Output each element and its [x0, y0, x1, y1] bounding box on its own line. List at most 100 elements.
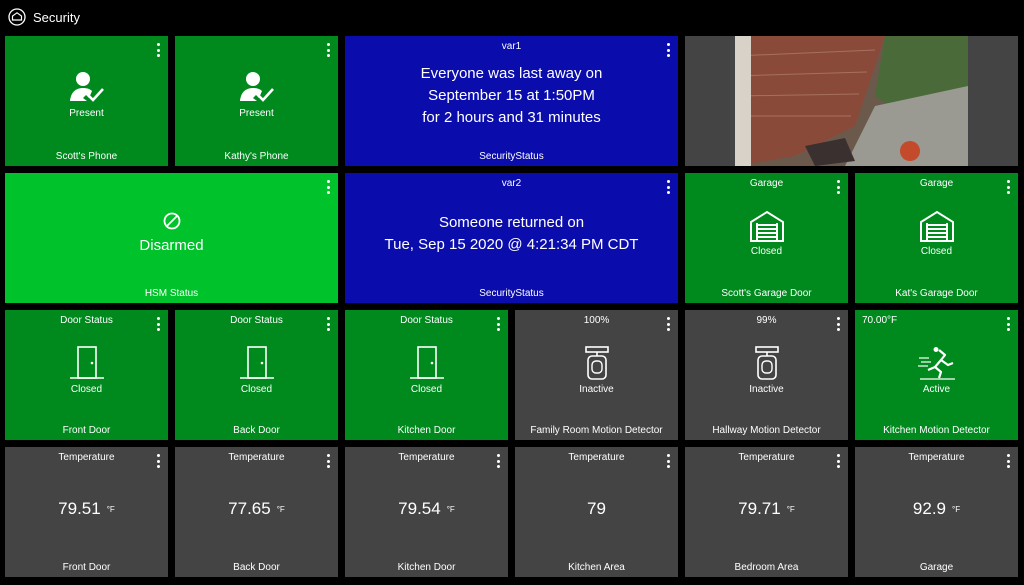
message-line: Tue, Sep 15 2020 @ 4:21:34 PM CDT: [384, 236, 639, 253]
message-line: September 15 at 1:50PM: [428, 87, 595, 104]
hsm-state: Disarmed: [139, 237, 204, 254]
page-title: Security: [33, 9, 80, 25]
temperature-value: 79: [587, 499, 606, 518]
tile-hallway-motion[interactable]: 99% Inactive Hallway Motion Detector: [685, 310, 848, 440]
tile-menu-icon[interactable]: [327, 454, 331, 468]
tile-header: Temperature: [738, 452, 795, 463]
person-check-icon: [239, 72, 274, 102]
tile-label: Front Door: [62, 562, 111, 573]
tile-state: Present: [239, 108, 274, 119]
tile-header: Temperature: [398, 452, 455, 463]
garage-icon: [749, 210, 784, 242]
tile-state: Closed: [240, 384, 273, 395]
camera-image: [735, 36, 968, 166]
tile-menu-icon[interactable]: [157, 454, 161, 468]
tile-state: Closed: [750, 246, 783, 257]
tile-menu-icon[interactable]: [1007, 180, 1011, 194]
message-line: Someone returned on: [438, 214, 585, 231]
tile-temp-kitchen-door[interactable]: Temperature 79.54 °F Kitchen Door: [345, 447, 508, 577]
temperature-value: 77.65 °F: [228, 499, 285, 518]
temperature-unit: °F: [952, 505, 961, 515]
tile-menu-icon[interactable]: [157, 43, 161, 57]
person-check-icon: [69, 72, 104, 102]
tile-hsm-status[interactable]: Disarmed HSM Status: [5, 173, 338, 303]
temperature-unit: °F: [106, 505, 115, 515]
tile-header: Garage: [919, 178, 954, 189]
tile-label: Kitchen Door: [397, 425, 456, 436]
tile-menu-icon[interactable]: [157, 317, 161, 331]
tile-label: Kitchen Motion Detector: [883, 425, 990, 436]
tile-var1[interactable]: var1 Everyone was last away on September…: [345, 36, 678, 166]
tile-scotts-garage[interactable]: Garage Closed Scott's Garage Door: [685, 173, 848, 303]
tile-menu-icon[interactable]: [667, 43, 671, 57]
tile-kitchen-motion[interactable]: 70.00°F Active Kitchen Motion Detector: [855, 310, 1018, 440]
door-icon: [69, 346, 104, 379]
tile-menu-icon[interactable]: [327, 180, 331, 194]
door-icon: [239, 346, 274, 379]
tile-label: SecurityStatus: [479, 288, 544, 299]
tile-label: Kathy's Phone: [224, 151, 289, 162]
tile-header: Door Status: [400, 315, 453, 326]
tile-menu-icon[interactable]: [837, 180, 841, 194]
tile-temp-back-door[interactable]: Temperature 77.65 °F Back Door: [175, 447, 338, 577]
tile-label: Kitchen Door: [397, 562, 456, 573]
tile-back-door[interactable]: Door Status Closed Back Door: [175, 310, 338, 440]
tile-menu-icon[interactable]: [327, 317, 331, 331]
tile-menu-icon[interactable]: [1007, 317, 1011, 331]
temperature-value: 79.51 °F: [58, 499, 115, 518]
header: Security: [0, 0, 1024, 34]
temperature-unit: °F: [446, 505, 455, 515]
tile-temp-bedroom[interactable]: Temperature 79.71 °F Bedroom Area: [685, 447, 848, 577]
tile-state: Active: [922, 384, 951, 395]
tile-state: Inactive: [579, 384, 614, 395]
tile-header: 70.00°F: [862, 315, 898, 326]
tile-menu-icon[interactable]: [667, 454, 671, 468]
tile-temp-kitchen-area[interactable]: Temperature 79 Kitchen Area: [515, 447, 678, 577]
tile-label: SecurityStatus: [479, 151, 544, 162]
motion-sensor-icon: [584, 346, 609, 380]
tile-header: 99%: [756, 315, 777, 326]
message-line: for 2 hours and 31 minutes: [422, 109, 601, 126]
tile-header: Temperature: [568, 452, 625, 463]
tile-menu-icon[interactable]: [667, 317, 671, 331]
tile-kathys-phone[interactable]: Present Kathy's Phone: [175, 36, 338, 166]
tile-header: Temperature: [228, 452, 285, 463]
tile-temp-garage[interactable]: Temperature 92.9 °F Garage: [855, 447, 1018, 577]
tile-menu-icon[interactable]: [667, 180, 671, 194]
tile-label: Back Door: [233, 425, 280, 436]
tile-label: HSM Status: [144, 288, 199, 299]
tile-kitchen-door[interactable]: Door Status Closed Kitchen Door: [345, 310, 508, 440]
tile-menu-icon[interactable]: [497, 454, 501, 468]
tile-label: Front Door: [62, 425, 111, 436]
tile-label: Back Door: [233, 562, 280, 573]
tile-state: Inactive: [749, 384, 784, 395]
tile-label: Kitchen Area: [568, 562, 625, 573]
tile-menu-icon[interactable]: [327, 43, 331, 57]
tile-header: Door Status: [230, 315, 283, 326]
tile-state: Present: [69, 108, 104, 119]
tile-scotts-phone[interactable]: Present Scott's Phone: [5, 36, 168, 166]
tile-state: Closed: [410, 384, 443, 395]
tile-menu-icon[interactable]: [837, 317, 841, 331]
tile-family-motion[interactable]: 100% Inactive Family Room Motion Detecto…: [515, 310, 678, 440]
tile-label: Scott's Phone: [55, 151, 118, 162]
tile-temp-front-door[interactable]: Temperature 79.51 °F Front Door: [5, 447, 168, 577]
tile-menu-icon[interactable]: [497, 317, 501, 331]
disarmed-icon: [163, 212, 180, 230]
home-icon[interactable]: [8, 8, 26, 26]
tile-header: Garage: [749, 178, 784, 189]
tile-header: var2: [501, 178, 522, 189]
tile-menu-icon[interactable]: [837, 454, 841, 468]
tile-menu-icon[interactable]: [1007, 454, 1011, 468]
tile-header: var1: [501, 41, 522, 52]
tile-kats-garage[interactable]: Garage Closed Kat's Garage Door: [855, 173, 1018, 303]
tile-var2[interactable]: var2 Someone returned on Tue, Sep 15 202…: [345, 173, 678, 303]
tile-header: Door Status: [60, 315, 113, 326]
tile-camera[interactable]: [685, 36, 1018, 166]
tile-label: Kat's Garage Door: [895, 288, 978, 299]
walking-icon: [917, 347, 955, 380]
tile-front-door[interactable]: Door Status Closed Front Door: [5, 310, 168, 440]
tile-label: Family Room Motion Detector: [530, 425, 663, 436]
temperature-unit: °F: [276, 505, 285, 515]
tile-label: Scott's Garage Door: [721, 288, 812, 299]
